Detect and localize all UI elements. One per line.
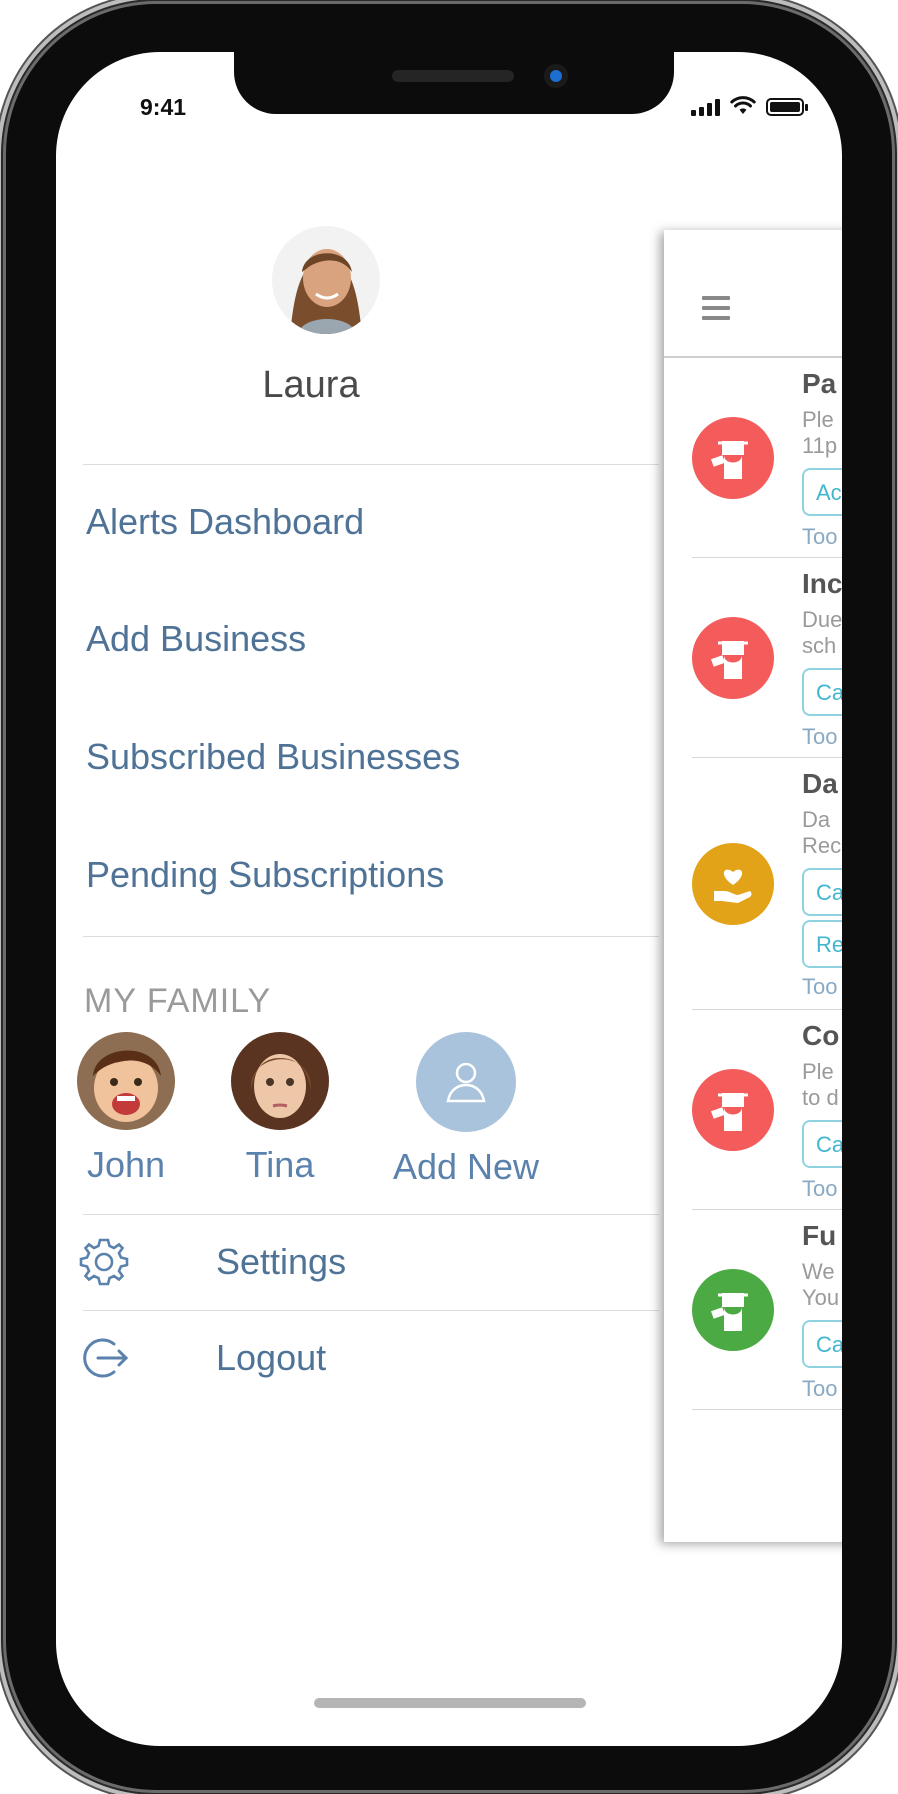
alert-description: to d — [802, 1085, 839, 1110]
school-alert-icon — [692, 1269, 774, 1351]
alert-timestamp: Too — [802, 724, 838, 749]
alert-title: Pa — [802, 368, 837, 399]
member-name: John — [86, 1144, 166, 1185]
profile-avatar[interactable] — [272, 226, 380, 334]
alert-description: Due — [802, 607, 842, 632]
alert-description: Ple — [802, 1059, 834, 1084]
divider — [83, 1310, 659, 1311]
member-avatar — [231, 1032, 329, 1130]
alert-title: Fu — [802, 1220, 837, 1251]
side-drawer: Laura Alerts Dashboard Add Business Subs… — [56, 52, 666, 1746]
alert-card[interactable]: Pa Ple 11p Ac Too — [692, 358, 842, 558]
signal-icon — [691, 98, 720, 116]
logout-menu-item[interactable]: Logout — [74, 1328, 326, 1388]
family-member-tina[interactable]: Tina — [230, 1032, 330, 1186]
divider — [83, 1214, 659, 1215]
alert-description: You — [802, 1285, 840, 1310]
alerts-dashboard-panel: Pa Ple 11p Ac Too Inc Due sch Ca Too Da Da Rec Ca Re To… — [664, 230, 842, 1542]
settings-label: Settings — [216, 1241, 347, 1282]
profile-name: Laura — [262, 364, 360, 406]
panel-header — [664, 230, 842, 358]
school-alert-icon — [692, 1069, 774, 1151]
add-family-member-button[interactable]: Add New — [386, 1032, 546, 1188]
status-icons — [691, 96, 808, 116]
divider — [83, 936, 659, 937]
alert-timestamp: Too — [802, 1176, 838, 1201]
notch — [234, 52, 674, 114]
add-person-icon — [416, 1032, 516, 1132]
menu-item-subscribed-businesses[interactable]: Subscribed Businesses — [86, 736, 460, 778]
alert-title: Da — [802, 768, 838, 799]
alert-timestamp: Too — [802, 974, 838, 999]
alert-title: Co — [802, 1020, 840, 1051]
family-member-john[interactable]: John — [76, 1032, 176, 1186]
alert-card[interactable]: Fu We You Ca Too — [692, 1210, 842, 1410]
alert-description: sch — [802, 633, 837, 658]
alert-card[interactable]: Da Da Rec Ca Re Too — [692, 758, 842, 1010]
school-alert-icon — [692, 417, 774, 499]
donation-icon — [692, 843, 774, 925]
alert-title: Inc — [802, 568, 842, 599]
family-section-title: MY FAMILY — [84, 982, 272, 1020]
alert-action-button[interactable]: Re — [802, 920, 842, 968]
screen: 9:41 Laura Alerts Dashboard Add Business… — [56, 52, 842, 1746]
logout-icon — [83, 1338, 129, 1378]
member-name: Tina — [245, 1144, 315, 1185]
alert-description: 11p — [802, 433, 838, 458]
menu-item-add-business[interactable]: Add Business — [86, 618, 306, 660]
alert-timestamp: Too — [802, 524, 838, 549]
home-indicator — [314, 1698, 586, 1708]
school-alert-icon — [692, 617, 774, 699]
menu-item-alerts-dashboard[interactable]: Alerts Dashboard — [86, 501, 364, 543]
wifi-icon — [730, 96, 756, 114]
alert-action-button[interactable]: Ac — [802, 468, 842, 516]
alert-action-button[interactable]: Ca — [802, 868, 842, 916]
alert-card[interactable]: Co Ple to d Ca Too — [692, 1010, 842, 1210]
speaker — [392, 70, 514, 82]
alert-description: We — [802, 1259, 835, 1284]
front-camera — [544, 64, 568, 88]
alert-action-button[interactable]: Ca — [802, 1320, 842, 1368]
divider — [83, 464, 659, 465]
phone-frame: 9:41 Laura Alerts Dashboard Add Business… — [6, 4, 892, 1790]
alert-action-button[interactable]: Ca — [802, 668, 842, 716]
menu-item-pending-subscriptions[interactable]: Pending Subscriptions — [86, 854, 444, 896]
alert-description: Da — [802, 807, 831, 832]
gear-icon — [79, 1238, 129, 1286]
alert-timestamp: Too — [802, 1376, 838, 1401]
battery-icon — [766, 98, 808, 116]
member-avatar — [77, 1032, 175, 1130]
logout-label: Logout — [216, 1337, 327, 1378]
alert-action-button[interactable]: Ca — [802, 1120, 842, 1168]
settings-menu-item[interactable]: Settings — [74, 1232, 346, 1292]
alert-card[interactable]: Inc Due sch Ca Too — [692, 558, 842, 758]
add-new-label: Add New — [392, 1146, 540, 1187]
alert-description: Rec — [802, 833, 842, 858]
hamburger-menu-icon[interactable] — [702, 296, 730, 326]
alert-description: Ple — [802, 407, 834, 432]
